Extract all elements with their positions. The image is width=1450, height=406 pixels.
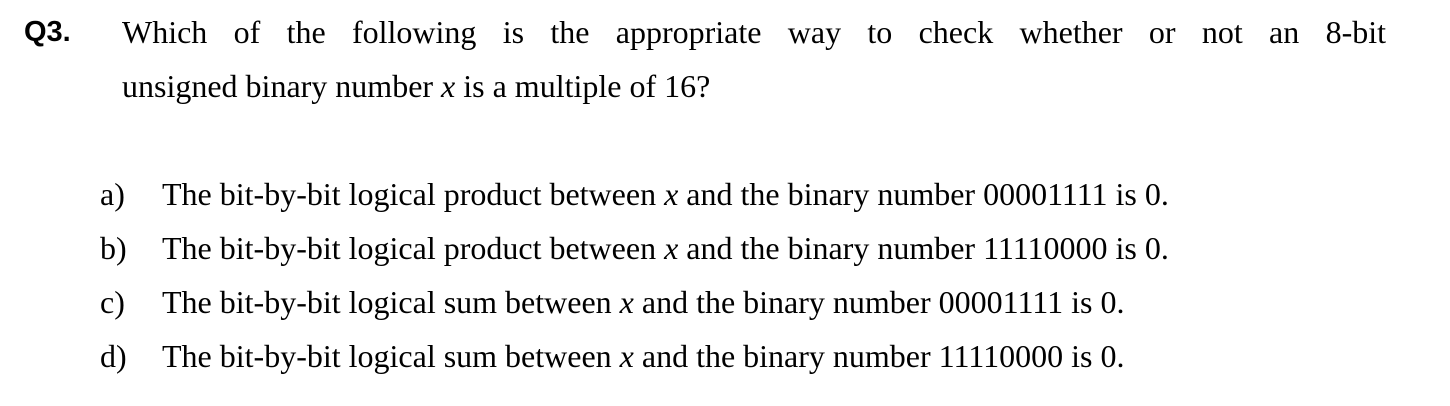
option-text: The bit-by-bit logical product between x… bbox=[162, 172, 1169, 216]
option-text: The bit-by-bit logical sum between x and… bbox=[162, 334, 1124, 378]
option-variable: x bbox=[664, 230, 679, 266]
question-block: Q3. Which of the following is the approp… bbox=[0, 0, 1450, 406]
option-text-before: The bit-by-bit logical product between bbox=[162, 230, 665, 266]
question-text-after-variable: is a multiple of 16? bbox=[455, 68, 711, 104]
option-text-before: The bit-by-bit logical sum between bbox=[162, 284, 620, 320]
option-letter: c) bbox=[100, 284, 125, 320]
option-variable: x bbox=[619, 284, 634, 320]
question-variable: x bbox=[441, 68, 456, 104]
option-text-after: and the binary number 00001111 is 0. bbox=[633, 284, 1125, 320]
option-text-before: The bit-by-bit logical sum between bbox=[162, 338, 620, 374]
option-text-after: and the binary number 00001111 is 0. bbox=[678, 176, 1169, 212]
option-letter: b) bbox=[100, 230, 127, 266]
question-text-before-variable: unsigned binary number bbox=[122, 68, 442, 104]
option-text: The bit-by-bit logical sum between x and… bbox=[162, 280, 1124, 324]
question-text: Which of the following is the appropriat… bbox=[122, 12, 1386, 106]
option-variable: x bbox=[664, 176, 679, 212]
option-text-after: and the binary number 11110000 is 0. bbox=[633, 338, 1125, 374]
option-letter: d) bbox=[100, 338, 127, 374]
option-variable: x bbox=[619, 338, 634, 374]
option-text-before: The bit-by-bit logical product between bbox=[162, 176, 665, 212]
option-text: The bit-by-bit logical product between x… bbox=[162, 226, 1169, 270]
question-number: Q3. bbox=[24, 16, 71, 48]
question-line-2: unsigned binary number x is a multiple o… bbox=[122, 66, 1386, 106]
option-letter: a) bbox=[100, 176, 125, 212]
question-line-1: Which of the following is the appropriat… bbox=[122, 14, 1386, 50]
option-text-after: and the binary number 11110000 is 0. bbox=[678, 230, 1169, 266]
